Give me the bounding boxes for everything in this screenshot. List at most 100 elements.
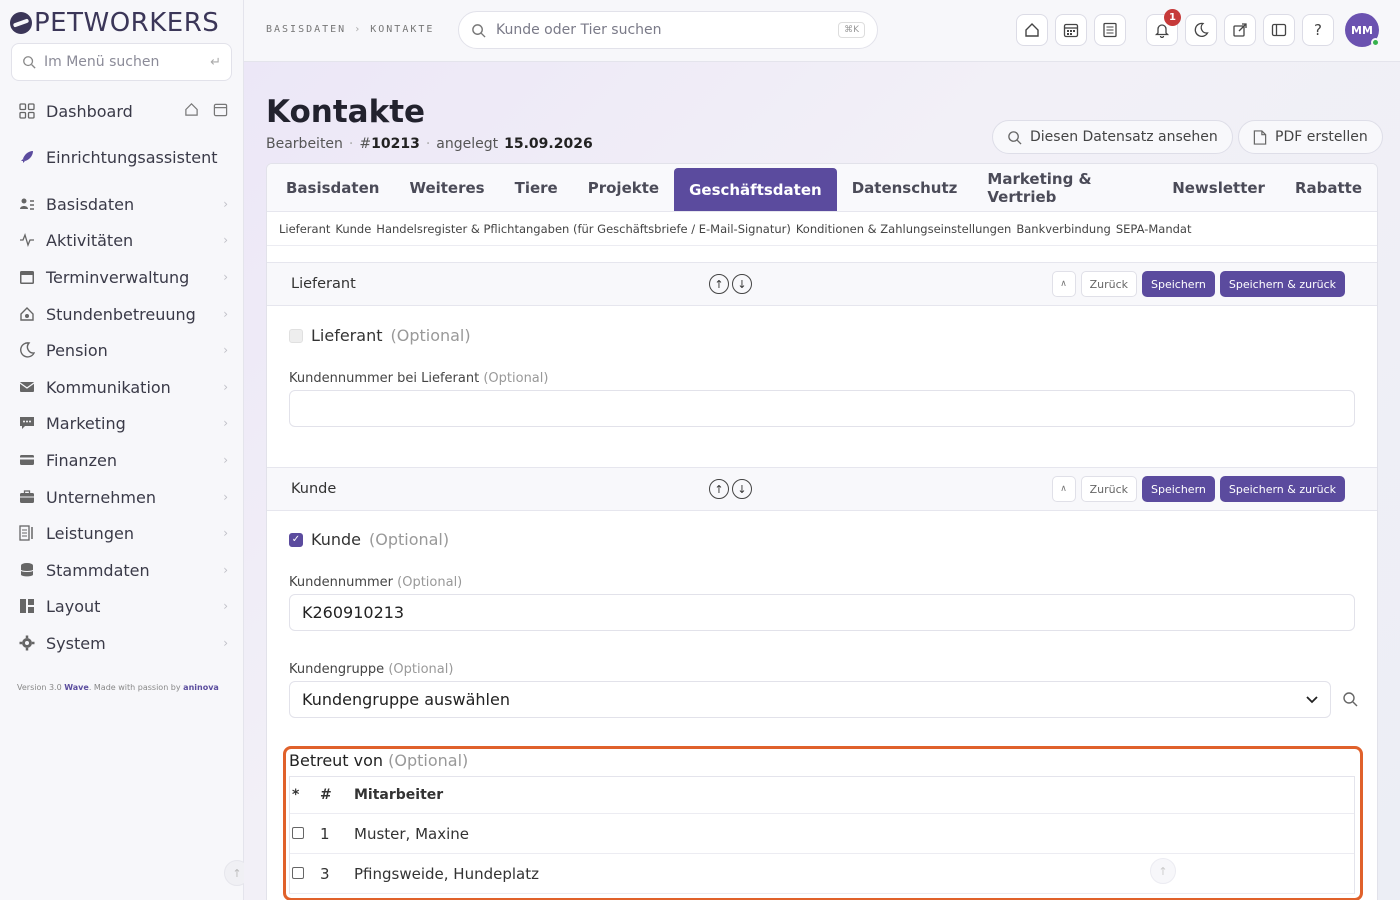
brand-logo[interactable]: PETWORKERS [10,8,219,38]
lieferant-checkbox[interactable] [289,328,303,343]
breadcrumb-item-kontakte[interactable]: KONTAKTE [370,24,434,35]
arrow-down-icon[interactable]: ↓ [732,274,752,294]
sidebar-item-label: Layout [46,596,101,616]
table-row[interactable]: 3 Pfingsweide, Hundeplatz [290,854,1354,894]
sidebar-item-stundenbetreuung[interactable]: Stundenbetreuung › [18,300,228,328]
chevron-right-icon: › [223,599,228,613]
subnav-lieferant[interactable]: Lieferant [279,222,330,236]
subnav-handelsregister[interactable]: Handelsregister & Pflichtangaben (für Ge… [376,222,791,236]
grid-icon [18,102,36,120]
view-record-button[interactable]: Diesen Datensatz ansehen [992,120,1233,154]
collapse-button[interactable]: ∧ [1051,476,1076,502]
global-search-input[interactable]: Kunde oder Tier suchen ⌘K [458,11,878,49]
user-avatar[interactable]: MM [1345,13,1380,47]
kundengruppe-select[interactable]: Kundengruppe auswählen [289,681,1331,718]
home-icon[interactable] [184,102,199,121]
collapse-button[interactable]: ∧ [1051,271,1076,297]
kunde-checkbox[interactable]: ✓ [289,532,303,547]
moon-icon [1194,22,1209,37]
subnav-kunde[interactable]: Kunde [335,222,371,236]
search-icon [1343,692,1358,707]
save-button[interactable]: Speichern [1142,476,1215,502]
sidebar-item-stammdaten[interactable]: Stammdaten › [18,556,228,584]
external-link-button[interactable] [1224,14,1256,46]
table-row[interactable]: 1 Muster, Maxine [290,814,1354,854]
home-button[interactable] [1016,14,1048,46]
tab-tiere[interactable]: Tiere [500,164,573,211]
breadcrumb-item-basisdaten[interactable]: BASISDATEN [266,24,346,35]
tab-weiteres[interactable]: Weiteres [394,164,499,211]
kundengruppe-search-button[interactable] [1339,688,1361,710]
theme-toggle-button[interactable] [1185,14,1217,46]
brand-name: PETWORKERS [34,8,220,38]
breadcrumb: BASISDATEN › KONTAKTE [266,24,434,35]
save-button[interactable]: Speichern [1142,271,1215,297]
sidebar-item-einrichtungsassistent[interactable]: Einrichtungsassistent [18,143,228,171]
back-button[interactable]: Zurück [1080,271,1137,297]
subnav-sepa-mandat[interactable]: SEPA-Mandat [1116,222,1192,236]
sidebar-item-aktivitaeten[interactable]: Aktivitäten › [18,226,228,254]
kundennummer-lieferant-input[interactable] [289,390,1355,427]
chevron-right-icon: › [223,343,228,357]
chevron-right-icon: › [223,307,228,321]
chevron-right-icon: › [223,233,228,247]
sidebar-item-layout[interactable]: Layout › [18,592,228,620]
document-icon [1103,22,1117,38]
save-back-button[interactable]: Speichern & zurück [1219,476,1345,502]
notifications-button[interactable]: 1 [1146,9,1181,46]
section-actions: ∧ Zurück Speichern Speichern & zurück [1051,476,1345,502]
tab-marketing-vertrieb[interactable]: Marketing & Vertrieb [972,164,1157,211]
subnav-bankverbindung[interactable]: Bankverbindung [1016,222,1110,236]
sidebar-item-unternehmen[interactable]: Unternehmen › [18,483,228,511]
sidebar-toggle-button[interactable] [1263,14,1295,46]
version-name[interactable]: Wave [64,683,89,692]
sidebar-item-label: Leistungen [46,523,134,543]
sidebar-item-system[interactable]: System › [18,629,228,657]
sidebar-item-pension[interactable]: Pension › [18,336,228,364]
arrow-up-icon[interactable]: ↑ [709,274,729,294]
tab-projekte[interactable]: Projekte [573,164,674,211]
sidebar-item-kommunikation[interactable]: Kommunikation › [18,373,228,401]
optional-hint: (Optional) [368,530,450,549]
tab-rabatte[interactable]: Rabatte [1280,164,1377,211]
subnav-konditionen[interactable]: Konditionen & Zahlungseinstellungen [796,222,1012,236]
calendar-icon[interactable] [213,102,228,121]
tab-datenschutz[interactable]: Datenschutz [837,164,973,211]
scroll-to-top-button[interactable]: ↑ [1150,858,1176,884]
arrow-down-icon[interactable]: ↓ [732,479,752,499]
activity-icon [18,231,36,249]
kundennummer-input[interactable]: K260910213 [289,594,1355,631]
sidebar-item-leistungen[interactable]: Leistungen › [18,519,228,547]
help-button[interactable]: ? [1302,14,1334,46]
sidebar-item-finanzen[interactable]: Finanzen › [18,446,228,474]
menu-search-input[interactable]: Im Menü suchen ↵ [11,43,232,81]
author-link[interactable]: aninova [183,683,219,692]
menu-search-placeholder: Im Menü suchen [44,54,160,70]
sidebar-item-basisdaten[interactable]: Basisdaten › [18,190,228,218]
sidebar-item-marketing[interactable]: Marketing › [18,409,228,437]
sidebar-item-dashboard[interactable]: Dashboard [18,97,228,125]
question-icon: ? [1314,21,1322,39]
notification-badge: 1 [1164,9,1181,26]
tab-geschaeftsdaten[interactable]: Geschäftsdaten [674,168,837,211]
calendar-button[interactable] [1055,14,1087,46]
lieferant-checkbox-field[interactable]: Lieferant (Optional) [289,326,471,345]
section-actions: ∧ Zurück Speichern Speichern & zurück [1051,271,1345,297]
row-checkbox[interactable] [292,826,304,839]
created-date: 15.09.2026 [504,136,593,152]
tab-basisdaten[interactable]: Basisdaten [271,164,394,211]
pdf-button[interactable]: PDF erstellen [1238,120,1383,154]
chevron-right-icon: › [223,636,228,650]
pdf-icon [1253,129,1267,145]
back-button[interactable]: Zurück [1080,476,1137,502]
sidebar-item-terminverwaltung[interactable]: Terminverwaltung › [18,263,228,291]
row-checkbox[interactable] [292,866,304,879]
panel-icon [1271,23,1287,37]
calendar-icon [1063,23,1079,38]
sidebar-item-label: Einrichtungsassistent [46,147,218,167]
save-back-button[interactable]: Speichern & zurück [1219,271,1345,297]
kunde-checkbox-field[interactable]: ✓ Kunde (Optional) [289,530,449,549]
arrow-up-icon[interactable]: ↑ [709,479,729,499]
notes-button[interactable] [1094,14,1126,46]
tab-newsletter[interactable]: Newsletter [1157,164,1280,211]
